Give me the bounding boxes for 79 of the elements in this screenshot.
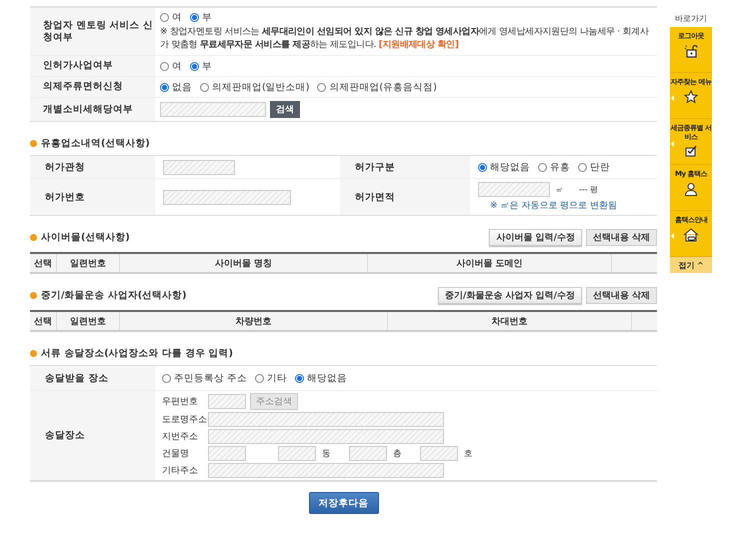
bullet-icon [30, 292, 37, 298]
radio-button[interactable] [295, 374, 304, 382]
radio-button[interactable] [160, 82, 169, 92]
checkbox-icon [685, 145, 697, 157]
section-title: 중기/화물운송 사업자(선택사항) [41, 288, 186, 302]
radio-button[interactable] [160, 13, 169, 22]
star-icon [684, 90, 698, 104]
field-label: 송달장소 [30, 391, 155, 480]
field-label: 창업자 멘토링 서비스 신청여부 [30, 8, 155, 55]
radio-label: 없음 [172, 80, 192, 94]
section-title: 유흥업소내역(선택사항) [41, 136, 150, 150]
edit-button[interactable]: 중기/화물운송 사업자 입력/수정 [438, 286, 582, 304]
column-header: 차대번호 [388, 312, 632, 330]
person-icon [684, 182, 698, 196]
arrow-icon [671, 233, 674, 239]
delete-button[interactable]: 선택내용 삭제 [586, 228, 657, 246]
padlock-icon [684, 44, 698, 58]
delete-button[interactable]: 선택내용 삭제 [586, 286, 657, 304]
field-label: 의제주류면허신청 [30, 77, 155, 97]
radio-label: 의제판매업(유흥음식점) [329, 80, 437, 94]
column-header: 일련번호 [57, 312, 120, 330]
radio-button[interactable] [162, 374, 171, 382]
radio-label: 부 [202, 60, 212, 72]
radio-label: 해당없음 [307, 372, 348, 384]
field-label: 송달받을 장소 [30, 366, 155, 391]
column-header: 선택 [30, 312, 57, 330]
radio-label: 부 [202, 11, 212, 24]
radio-button[interactable] [578, 162, 587, 172]
unit-label: 층 [393, 448, 402, 460]
field-label: 허가구분 [340, 156, 470, 179]
radio-button[interactable] [317, 82, 326, 92]
unit-label: 호 [464, 448, 473, 460]
converted-value: --- 평 [579, 184, 598, 195]
field-label: 지번주소 [162, 431, 199, 443]
column-header: 차량번호 [120, 312, 388, 330]
field-label: 허가번호 [30, 179, 155, 215]
radio-label: 해당없음 [490, 160, 530, 174]
field-label: 건물명 [162, 448, 190, 460]
unit-label: 동 [322, 448, 331, 460]
radio-button[interactable] [200, 82, 209, 92]
radio-label: 여 [172, 11, 182, 24]
radio-button[interactable] [160, 62, 169, 70]
radio-label: 단란 [590, 160, 610, 174]
field-label: 인허가사업여부 [30, 56, 155, 76]
hint-text: ※ ㎡은 자동으로 평으로 변환됨 [490, 200, 617, 212]
arrow-icon [671, 141, 674, 147]
radio-label: 여 [172, 60, 182, 72]
radio-button[interactable] [478, 162, 487, 172]
quick-menu-title: 바로가기 [674, 13, 708, 24]
bullet-icon [30, 350, 37, 356]
radio-button[interactable] [255, 374, 264, 382]
column-header: 일련번호 [57, 254, 120, 272]
field-label: 도로명주소 [162, 414, 208, 426]
column-header: 사이버몰 도메인 [368, 254, 612, 272]
radio-label: 기타 [267, 372, 288, 384]
notice-text: ※ 창업자멘토링 서비스는 세무대리인이 선임되어 있지 않은 신규 창업 영세사업자에게 영세납세자지원단의 나눔세무 · 회계사가 맞춤형 무료세무자문 서비스를 제공하는 제도입니다. [지원배제대상 확인] [160, 26, 650, 52]
collapse-button[interactable]: 접기 ^ [670, 257, 712, 273]
field-label: 허가관청 [30, 156, 155, 179]
bullet-icon [30, 140, 37, 146]
arrow-icon [671, 95, 674, 101]
field-label: 허가면적 [340, 179, 470, 215]
edit-button[interactable]: 사이버몰 입력/수정 [489, 228, 582, 246]
column-header: 사이버몰 명칭 [120, 254, 368, 272]
save-next-button[interactable]: 저장후다음 [308, 492, 378, 514]
column-header: 선택 [30, 254, 57, 272]
radio-button[interactable] [190, 13, 199, 22]
section-title: 사이버몰(선택사항) [41, 230, 130, 244]
field-label: 기타주소 [162, 465, 199, 477]
search-button[interactable]: 검색 [270, 101, 300, 118]
radio-button[interactable] [190, 62, 199, 70]
radio-button[interactable] [538, 162, 547, 172]
radio-label: 유흥 [550, 160, 570, 174]
bullet-icon [30, 234, 37, 240]
house-icon [683, 228, 699, 242]
field-label: 우편번호 [162, 396, 199, 408]
radio-label: 의제판매업(일반소매) [212, 80, 310, 94]
field-label: 개별소비세해당여부 [30, 98, 155, 121]
radio-label: 주민등록상 주소 [174, 372, 248, 384]
section-title: 서류 송달장소(사업장소와 다를 경우 입력) [41, 346, 233, 360]
